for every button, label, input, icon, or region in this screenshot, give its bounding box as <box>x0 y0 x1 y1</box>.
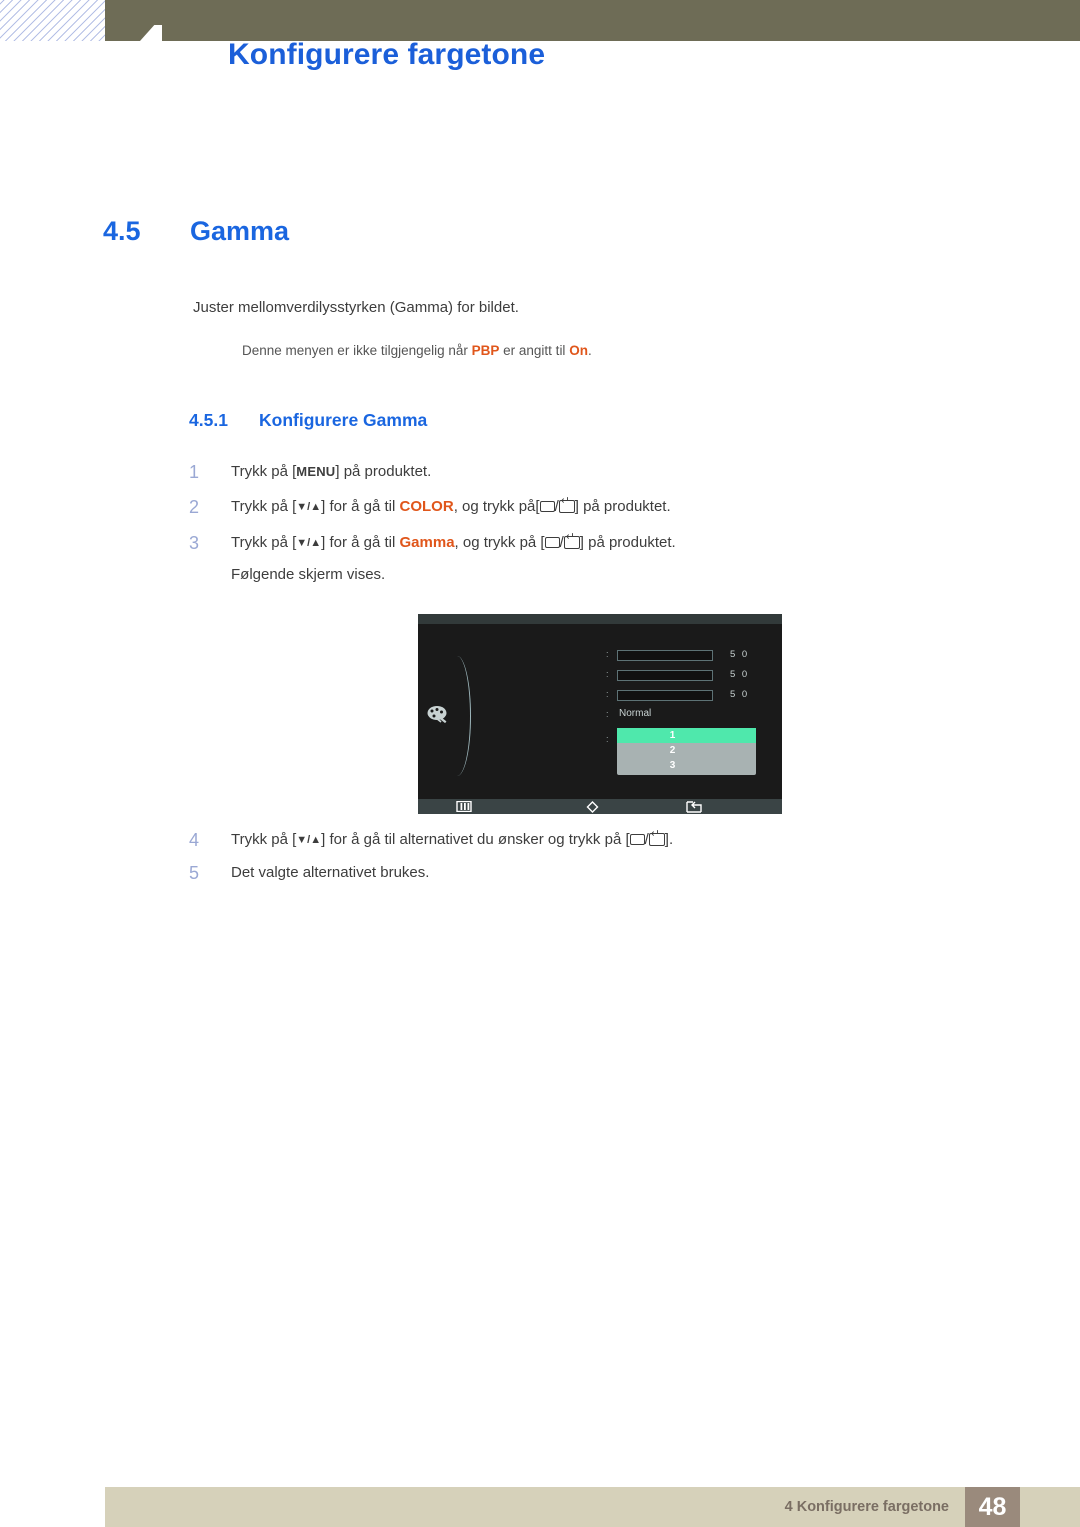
menu-target-color: COLOR <box>399 498 454 515</box>
step-3: 3 Trykk på [▼/▲] for å gå til Gamma, og … <box>189 531 889 556</box>
note-suffix: . <box>587 343 592 358</box>
updown-arrows-icon: ▼/▲ <box>296 501 322 513</box>
osd-body: : 5 0 : 5 0 : 5 0 : Normal : 1 2 3 <box>418 624 782 799</box>
step-4: 4 Trykk på [▼/▲] for å gå til alternativ… <box>189 828 889 853</box>
subsection-number: 4.5.1 <box>189 410 228 430</box>
list-item-gamma-2[interactable]: 2 <box>617 743 756 758</box>
source-key-icon <box>629 834 645 845</box>
osd-screenshot: : 5 0 : 5 0 : 5 0 : Normal : 1 2 3 <box>418 614 782 814</box>
slider-value: 5 0 <box>730 649 750 660</box>
source-key-icon <box>539 501 555 512</box>
osd-slider-row[interactable]: : 5 0 <box>606 646 766 666</box>
step-2: 2 Trykk på [▼/▲] for å gå til COLOR, og … <box>189 495 889 520</box>
osd-top-strip <box>418 614 782 624</box>
menu-key-label: MENU <box>296 464 336 479</box>
step-1: 1 Trykk på [MENU] på produktet. <box>189 460 889 484</box>
osd-text-value: Normal <box>619 708 652 719</box>
slider-track[interactable] <box>617 670 713 681</box>
row-colon: : <box>606 649 609 659</box>
source-key-icon <box>544 537 560 548</box>
step-number: 2 <box>189 497 200 517</box>
osd-settings-rows: : 5 0 : 5 0 : 5 0 : Normal <box>606 646 766 726</box>
step-3-substep: Følgende skjerm vises. <box>231 566 386 583</box>
footer-chapter-label: 4 Konfigurere fargetone <box>784 1499 949 1515</box>
row-colon: : <box>606 709 609 719</box>
osd-gamma-listbox[interactable]: : 1 2 3 <box>606 728 756 775</box>
osd-bottom-bar <box>418 799 782 814</box>
step-number: 1 <box>189 462 200 482</box>
step-text: Trykk på [▼/▲] for å gå til alternativet… <box>231 828 673 853</box>
section-title: Gamma <box>190 216 290 246</box>
osd-slider-row[interactable]: : 5 0 <box>606 686 766 706</box>
step-1-pre: Trykk på [ <box>231 463 297 480</box>
menu-target-gamma: Gamma <box>399 534 455 551</box>
slider-value: 5 0 <box>730 689 750 700</box>
updown-arrows-icon: ▼/▲ <box>296 834 322 846</box>
row-colon: : <box>606 689 609 699</box>
step-5: 5 Det valgte alternativet brukes. <box>189 861 889 885</box>
header-olive-bar <box>105 0 1080 41</box>
procedure-steps-first: 1 Trykk på [MENU] på produktet. 2 Trykk … <box>189 460 889 597</box>
section-heading: 4.5 Gamma <box>103 216 289 247</box>
step-2-mid: ] for å gå til <box>321 498 400 515</box>
step-2-mid2: , og trykk på[ <box>453 498 540 515</box>
step-3-mid: ] for å gå til <box>321 534 400 551</box>
menu-bars-icon[interactable] <box>456 801 472 812</box>
step-text: Trykk på [▼/▲] for å gå til Gamma, og tr… <box>231 531 676 556</box>
row-colon: : <box>606 669 609 679</box>
section-intro-text: Juster mellomverdilysstyrken (Gamma) for… <box>193 299 519 316</box>
step-number: 4 <box>189 830 200 850</box>
step-number: 5 <box>189 863 200 883</box>
slider-track[interactable] <box>617 690 713 701</box>
section-note: Denne menyen er ikke tilgjengelig når PB… <box>242 343 592 358</box>
step-1-post: ] på produktet. <box>335 463 432 480</box>
note-highlight-on: On <box>569 343 588 358</box>
step-text: Det valgte alternativet brukes. <box>231 864 430 881</box>
note-prefix: Denne menyen er ikke tilgjengelig når <box>242 343 472 358</box>
step-text: Trykk på [MENU] på produktet. <box>231 460 431 484</box>
listbox-colon: : <box>606 734 609 744</box>
palette-icon <box>427 706 447 724</box>
enter-key-icon <box>563 532 580 549</box>
footer-page-number: 48 <box>965 1487 1020 1527</box>
note-middle: er angitt til <box>499 343 570 358</box>
step-3-pre: Trykk på [ <box>231 534 297 551</box>
osd-slider-row[interactable]: : 5 0 <box>606 666 766 686</box>
step-number: 3 <box>189 533 200 553</box>
enter-key-icon <box>648 829 665 846</box>
enter-key-icon <box>558 496 575 513</box>
return-icon[interactable] <box>686 801 702 813</box>
slider-value: 5 0 <box>730 669 750 680</box>
page-title: Konfigurere fargetone <box>228 38 546 71</box>
section-number: 4.5 <box>103 216 141 246</box>
subsection-heading: 4.5.1 Konfigurere Gamma <box>189 410 427 431</box>
list-item-gamma-3[interactable]: 3 <box>617 758 756 773</box>
note-highlight-pbp: PBP <box>471 343 500 358</box>
step-2-pre: Trykk på [ <box>231 498 297 515</box>
procedure-steps-second: 4 Trykk på [▼/▲] for å gå til alternativ… <box>189 828 889 893</box>
step-2-post: ] på produktet. <box>574 498 671 515</box>
header-hatch-pattern <box>0 0 108 41</box>
slider-track[interactable] <box>617 650 713 661</box>
step-4-post: ]. <box>664 831 674 848</box>
page-header: Konfigurere fargetone <box>0 0 1080 120</box>
subsection-title: Konfigurere Gamma <box>259 410 428 430</box>
step-4-pre: Trykk på [ <box>231 831 297 848</box>
diamond-icon[interactable] <box>586 801 599 813</box>
updown-arrows-icon: ▼/▲ <box>296 537 322 549</box>
step-3-post: ] på produktet. <box>579 534 676 551</box>
step-3-mid2: , og trykk på [ <box>454 534 545 551</box>
step-text: Trykk på [▼/▲] for å gå til COLOR, og tr… <box>231 495 671 520</box>
osd-text-row[interactable]: : Normal <box>606 706 766 726</box>
list-item-gamma-1[interactable]: 1 <box>617 728 756 743</box>
step-4-mid: ] for å gå til alternativet du ønsker og… <box>321 831 630 848</box>
